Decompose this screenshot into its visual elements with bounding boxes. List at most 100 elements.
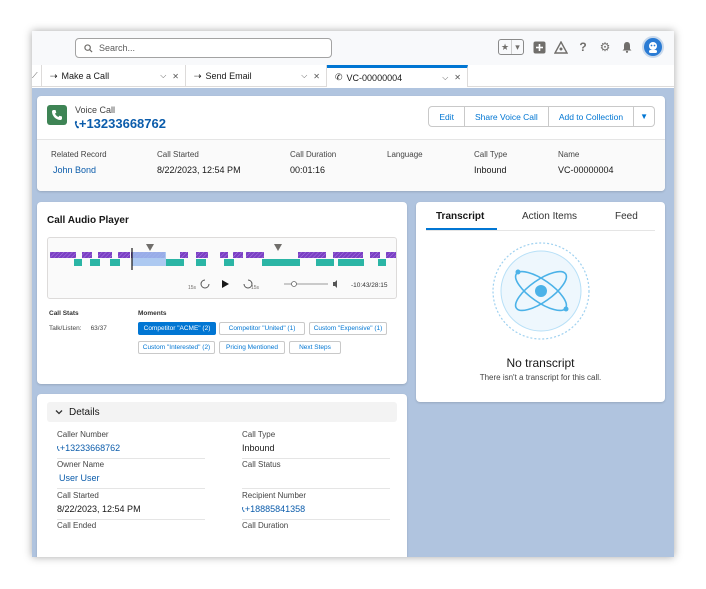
field-name: Name VC-00000004 <box>558 150 614 175</box>
moment-pricing-mentioned[interactable]: Pricing Mentioned <box>219 341 285 354</box>
avatar[interactable] <box>642 36 664 58</box>
chevron-down-icon[interactable]: ⌵ <box>442 73 448 83</box>
tab-label: Make a Call <box>61 71 110 81</box>
tab-transcript[interactable]: Transcript <box>436 211 484 222</box>
speaker-b-segment <box>90 259 100 266</box>
call-arrow-icon: ⇢ <box>50 70 58 81</box>
speaker-a-segment <box>50 252 76 258</box>
phone-icon: ✆ <box>335 72 343 82</box>
edit-button[interactable]: Edit <box>428 106 465 127</box>
caller-number-link[interactable]: 📞︎+13233668762 <box>57 443 205 454</box>
add-to-collection-button[interactable]: Add to Collection <box>548 106 635 127</box>
field-value: Inbound <box>242 443 275 453</box>
recipient-number-link[interactable]: 📞︎+18885841358 <box>242 504 390 515</box>
talk-listen-label: Talk/Listen: <box>49 325 82 332</box>
field-label: Call Ended <box>57 521 97 530</box>
audio-timeline[interactable]: 15s 15s -10:43/28:15 <box>47 237 397 299</box>
tab-vc-00000004[interactable]: ✆ VC-00000004 ⌵ ✕ <box>327 65 468 87</box>
talk-listen-value: 63/37 <box>90 325 107 332</box>
played-region <box>132 252 166 266</box>
speaker-a-segment <box>370 252 380 258</box>
field-call-type: Call Type Inbound <box>474 150 507 175</box>
atom-illustration-icon <box>492 242 590 340</box>
tab-make-a-call[interactable]: ⇢ Make a Call ⌵ ✕ <box>42 65 186 87</box>
moment-competitor-united[interactable]: Competitor "United" (1) <box>219 322 305 335</box>
call-audio-player: Call Audio Player 15s 15s -10:43/28:15 C… <box>37 202 407 384</box>
field-label: Call Started <box>157 150 199 159</box>
chevron-down-icon: ▼ <box>640 112 648 121</box>
related-record-link[interactable]: John Bond <box>51 165 107 175</box>
waveform: 15s 15s -10:43/28:15 <box>50 244 396 291</box>
record-title-text[interactable]: +13233668762 <box>79 116 166 131</box>
more-actions-button[interactable]: ▼ <box>634 106 655 127</box>
field-value: 00:01:16 <box>290 165 326 175</box>
empty-state-title: No transcript <box>506 356 575 370</box>
search-input[interactable]: Search... <box>75 38 332 58</box>
favorites-button[interactable]: ★ ▾ <box>498 39 524 55</box>
speaker-a-segment <box>118 252 130 258</box>
header-icons: ★ ▾ ? ⚙ <box>498 36 664 58</box>
field-label: Call Type <box>242 430 276 439</box>
voice-call-icon <box>47 105 67 125</box>
field-label: Language <box>387 150 423 159</box>
record-header: Voice Call 📞︎+13233668762 Edit Share Voi… <box>37 96 665 191</box>
speaker-b-segment <box>110 259 120 266</box>
field-recipient-number: Recipient Number 📞︎+18885841358 <box>242 491 390 520</box>
chevron-down-icon[interactable]: ⌵ <box>160 71 166 81</box>
tab-feed[interactable]: Feed <box>615 211 638 222</box>
tab-overflow[interactable]: ⟋ <box>32 65 42 87</box>
close-icon[interactable]: ✕ <box>454 73 461 82</box>
share-voice-call-button[interactable]: Share Voice Call <box>464 106 549 127</box>
field-label: Call Status <box>242 460 281 469</box>
tab-label: VC-00000004 <box>346 72 403 83</box>
field-call-ended: Call Ended <box>57 521 205 550</box>
field-value: 8/22/2023, 12:54 PM <box>57 504 141 514</box>
field-owner-name: Owner Name User User <box>57 460 205 489</box>
trailhead-icon[interactable] <box>554 40 568 54</box>
skip-forward-label: 15s <box>251 285 260 291</box>
field-label: Owner Name <box>57 460 105 469</box>
field-value: +13233668762 <box>59 443 121 453</box>
speaker-b-segment <box>166 259 184 266</box>
details-header[interactable]: Details <box>47 402 397 422</box>
help-icon[interactable]: ? <box>576 40 590 54</box>
tab-action-items[interactable]: Action Items <box>522 211 577 222</box>
field-label: Name <box>558 150 580 159</box>
chevron-down-icon[interactable]: ▾ <box>511 40 523 54</box>
record-page: Voice Call 📞︎+13233668762 Edit Share Voi… <box>32 88 674 557</box>
field-label: Call Duration <box>290 150 337 159</box>
gear-icon[interactable]: ⚙ <box>598 40 612 54</box>
field-call-started: Call Started 8/22/2023, 12:54 PM <box>57 491 205 520</box>
moment-next-steps[interactable]: Next Steps <box>289 341 341 354</box>
field-label: Recipient Number <box>242 491 307 500</box>
star-icon[interactable]: ★ <box>499 40 511 54</box>
bell-icon[interactable] <box>620 40 634 54</box>
play-icon <box>222 280 229 288</box>
call-stats-header: Call Stats <box>49 310 79 317</box>
field-label: Call Started <box>57 491 99 500</box>
page-title: 📞︎+13233668762 <box>75 116 166 132</box>
call-stats: Call Stats Talk/Listen: 63/37 <box>49 310 107 332</box>
chevron-down-icon[interactable]: ⌵ <box>301 71 307 81</box>
global-header: Search... ★ ▾ ? ⚙ <box>32 31 674 65</box>
speaker-b-segment <box>262 259 300 266</box>
field-call-status: Call Status <box>242 460 390 489</box>
tab-divider <box>426 230 655 231</box>
moment-custom-interested[interactable]: Custom "Interested" (2) <box>138 341 215 354</box>
moment-custom-expensive[interactable]: Custom "Expensive" (1) <box>309 322 387 335</box>
close-icon[interactable]: ✕ <box>172 72 179 81</box>
volume-slider-handle <box>291 281 297 287</box>
moment-competitor-acme[interactable]: Competitor "ACME" (2) <box>138 322 216 335</box>
tab-send-email[interactable]: ⇢ Send Email ⌵ ✕ <box>186 65 327 87</box>
owner-name-link[interactable]: User User <box>57 473 205 483</box>
skip-back-icon <box>200 279 210 289</box>
active-tab-indicator <box>426 228 497 230</box>
speaker-b-segment <box>378 259 386 266</box>
speaker-b-segment <box>196 259 206 266</box>
close-icon[interactable]: ✕ <box>313 72 320 81</box>
add-icon[interactable] <box>532 40 546 54</box>
field-call-started: Call Started 8/22/2023, 12:54 PM <box>157 150 241 175</box>
details-section: Details Caller Number 📞︎+13233668762 Cal… <box>37 394 407 557</box>
speaker-a-segment <box>82 252 92 258</box>
workspace-tabs: ⟋ ⇢ Make a Call ⌵ ✕ ⇢ Send Email ⌵ ✕ ✆ V… <box>32 65 674 87</box>
